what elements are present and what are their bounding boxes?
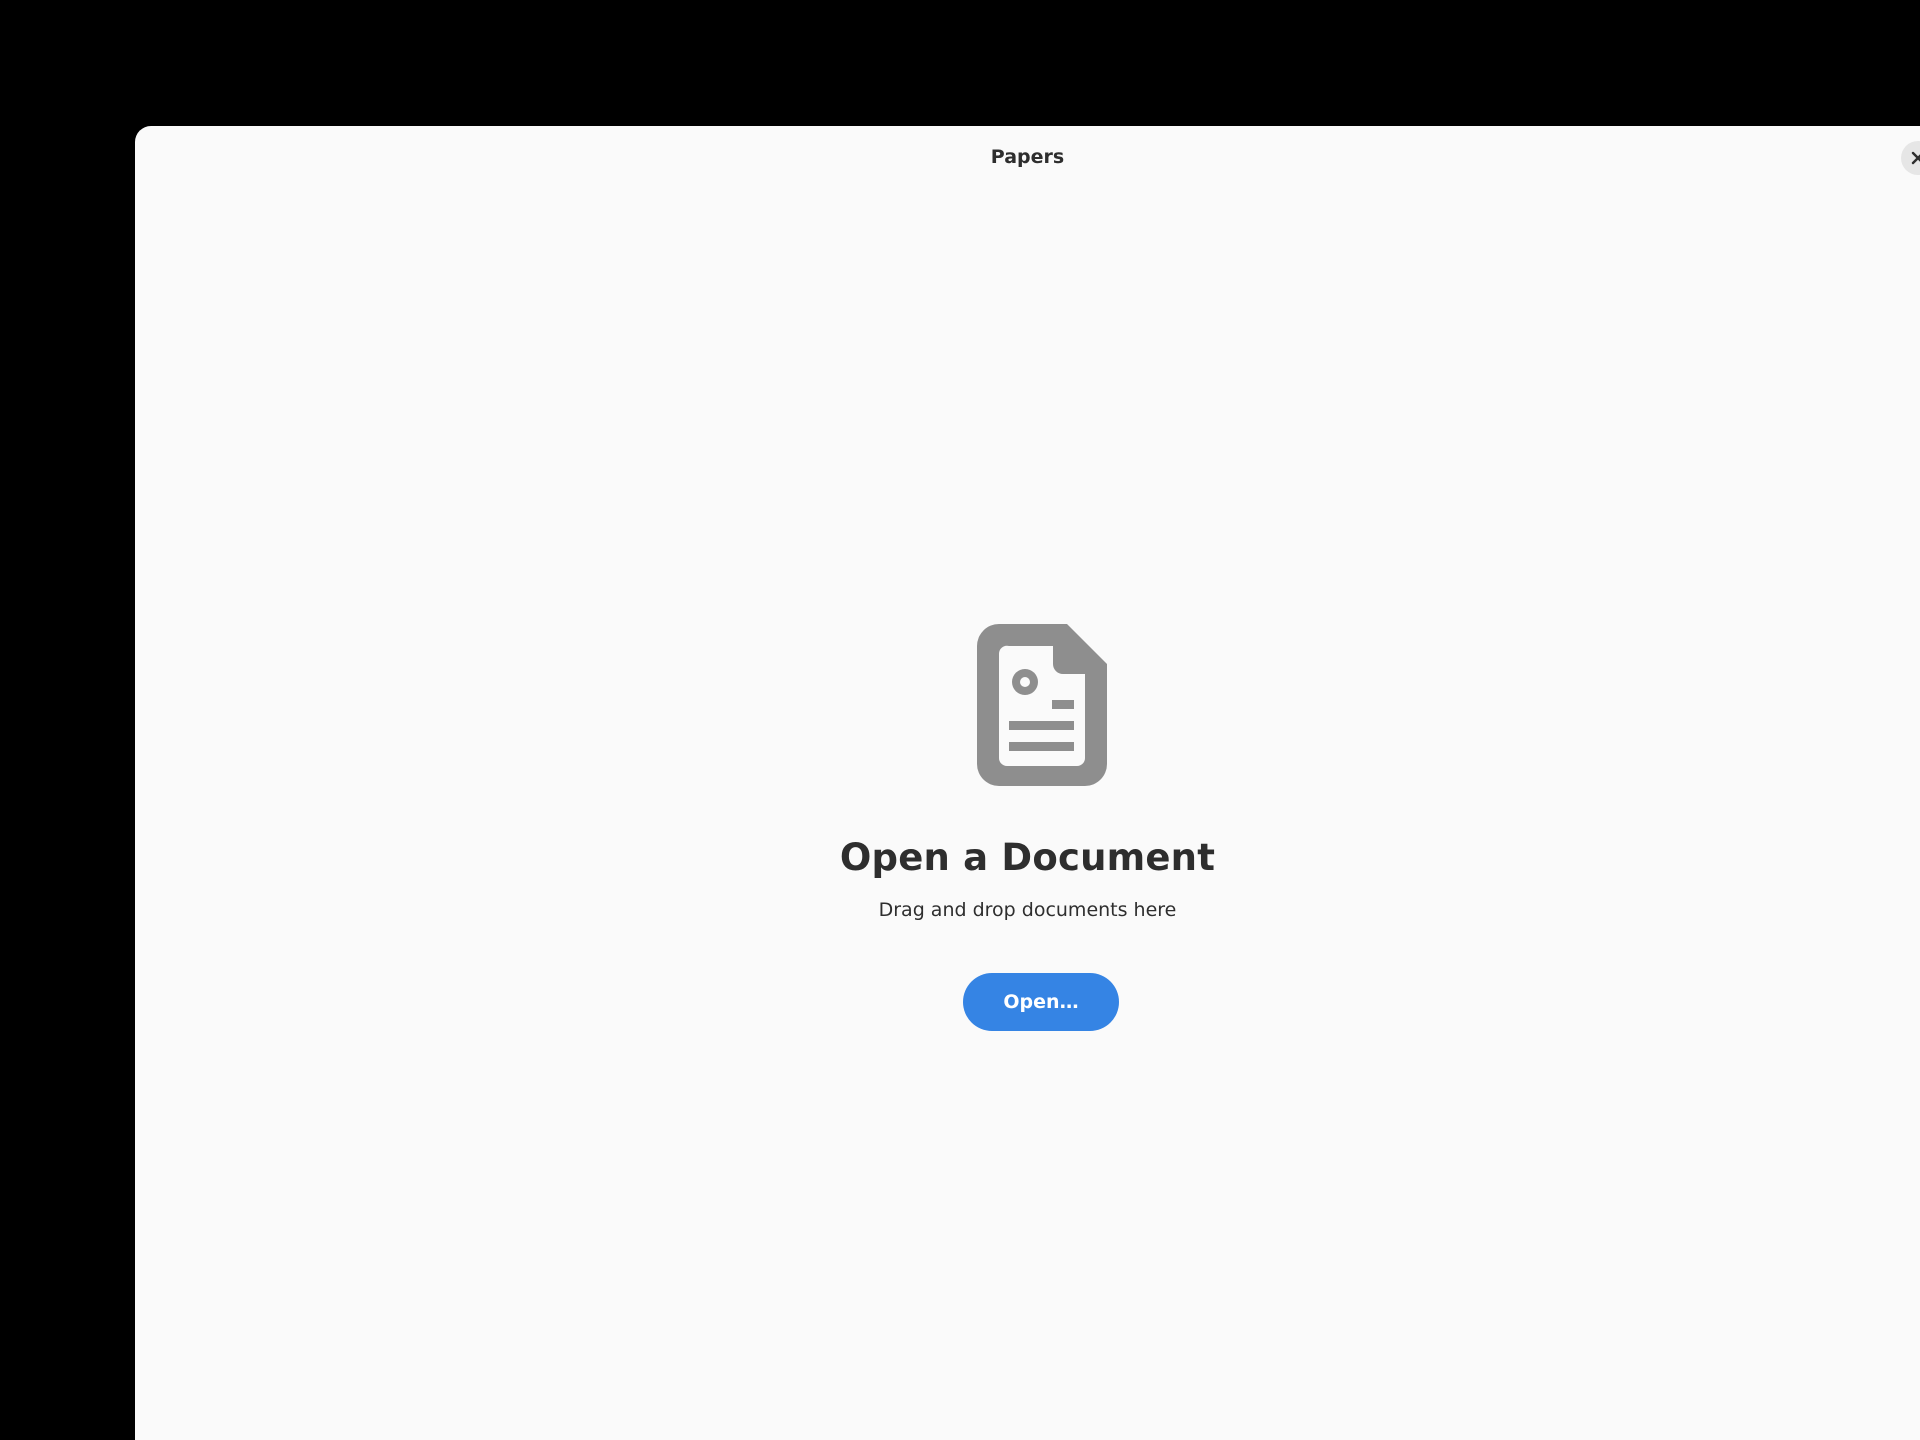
status-description: Drag and drop documents here <box>878 899 1177 921</box>
status-page: Open a Document Drag and drop documents … <box>135 126 1920 1440</box>
app-window: Papers Open a Document Drag and drop doc… <box>135 126 1920 1440</box>
document-icon <box>977 624 1107 786</box>
open-button[interactable]: Open… <box>963 973 1119 1031</box>
status-title: Open a Document <box>839 836 1216 879</box>
